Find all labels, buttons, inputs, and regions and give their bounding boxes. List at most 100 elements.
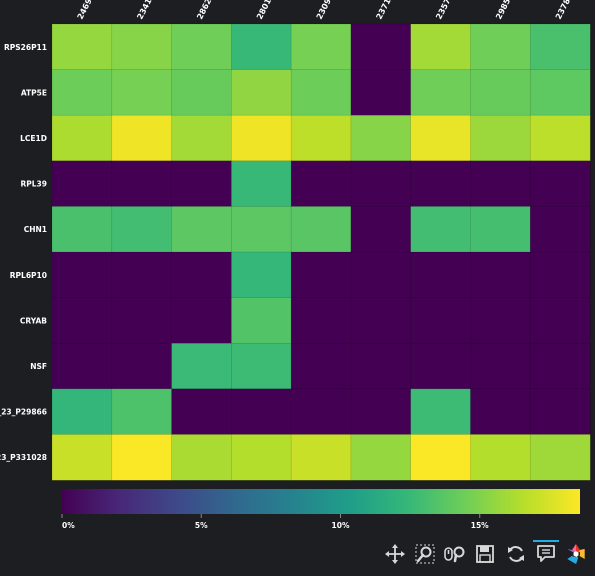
- move-icon: [384, 544, 405, 564]
- heatmap-cell: [111, 114, 173, 162]
- row-label: A_23_P331028: [0, 453, 47, 462]
- heatmap-cell: [171, 69, 232, 116]
- heatmap-cell: [529, 23, 591, 71]
- colorbar: [62, 489, 580, 514]
- heatmap-cell: [470, 388, 531, 435]
- heatmap-cell: [51, 206, 113, 253]
- heatmap-cell: [111, 206, 173, 253]
- row-label: CHN1: [24, 225, 47, 234]
- heatmap-cell: [470, 342, 531, 390]
- heatmap-cell: [171, 297, 232, 344]
- heatmap-cell: [231, 342, 292, 390]
- heatmap-cell: [410, 251, 472, 299]
- hover-tool[interactable]: [531, 539, 560, 569]
- heatmap-cell: [231, 434, 292, 481]
- heatmap-cell: [231, 388, 292, 435]
- heatmap-cell: [410, 114, 472, 162]
- heatmap-cell: [171, 206, 232, 253]
- heatmap-cell: [350, 297, 412, 344]
- heatmap-cell: [231, 297, 292, 344]
- wheel-zoom-tool[interactable]: [441, 539, 470, 569]
- save-tool[interactable]: [471, 539, 500, 569]
- heatmap-cell: [350, 342, 412, 390]
- heatmap-cell: [410, 342, 472, 390]
- box-zoom-tool[interactable]: [410, 539, 439, 569]
- heatmap-cell: [290, 69, 352, 116]
- heatmap-cell: [111, 160, 173, 208]
- heatmap-cell: [111, 69, 173, 116]
- colorbar-tick-label: 5%: [195, 521, 208, 530]
- colorbar-tick-label: 0%: [62, 521, 75, 530]
- column-label: 2801: [255, 0, 273, 21]
- heatmap-cell: [470, 69, 531, 116]
- column-label: 2469: [76, 0, 94, 21]
- heatmap-cell: [231, 206, 292, 253]
- heatmap-cell: [290, 160, 352, 208]
- column-label: 2378: [554, 0, 572, 21]
- heatmap-cell: [410, 69, 472, 116]
- heatmap-cell: [171, 388, 232, 435]
- heatmap-cell: [350, 114, 412, 162]
- heatmap-cell: [410, 23, 472, 71]
- heatmap-cell: [529, 342, 591, 390]
- bokeh-logo[interactable]: [562, 539, 591, 569]
- heatmap-cell: [290, 114, 352, 162]
- heatmap-cell: [231, 160, 292, 208]
- heatmap-cell: [231, 251, 292, 299]
- heatmap-cell: [470, 297, 531, 344]
- heatmap-cell: [51, 69, 113, 116]
- heatmap-cell: [529, 388, 591, 435]
- row-label: RPS26P11: [4, 43, 47, 52]
- heatmap-cell: [470, 434, 531, 481]
- heatmap-cell: [51, 434, 113, 481]
- heatmap-svg: 2469 2341 2862 2801 2309 2371 2357 2985 2378 RPS2…: [0, 0, 591, 530]
- row-label: LCE1D: [20, 134, 47, 143]
- heatmap-cell: [350, 23, 412, 71]
- reset-tool[interactable]: [501, 539, 530, 569]
- heatmap-cell: [410, 160, 472, 208]
- heatmap-cell: [290, 342, 352, 390]
- heatmap-cell: [410, 388, 472, 435]
- heatmap-cell: [350, 251, 412, 299]
- heatmap-cell: [529, 297, 591, 344]
- heatmap-cell: [350, 160, 412, 208]
- heatmap-cell: [350, 434, 412, 481]
- row-label: A_23_P29866: [0, 408, 47, 417]
- heatmap-cell: [410, 297, 472, 344]
- heatmap-cell: [410, 434, 472, 481]
- save-icon: [476, 545, 495, 563]
- heatmap-cell: [111, 297, 173, 344]
- heatmap-cell: [231, 69, 292, 116]
- column-label: 2309: [315, 0, 333, 21]
- pan-tool[interactable]: [380, 539, 409, 569]
- heatmap-cell: [350, 388, 412, 435]
- column-label: 2357: [434, 0, 452, 21]
- heatmap-cell: [51, 251, 113, 299]
- row-label: CRYAB: [20, 316, 47, 325]
- heatmap-cell: [470, 23, 531, 71]
- heatmap-cell: [231, 114, 292, 162]
- heatmap-cell: [529, 434, 591, 481]
- heatmap-cell: [51, 342, 113, 390]
- heatmap-cell: [51, 114, 113, 162]
- heatmap-cell: [111, 434, 173, 481]
- heatmap-cell: [171, 160, 232, 208]
- row-label: NSF: [30, 362, 47, 371]
- heatmap-cell: [171, 23, 232, 71]
- column-label: 2985: [494, 0, 512, 21]
- colorbar-tick-label: 15%: [471, 521, 489, 530]
- bokeh-logo-icon: [567, 544, 586, 564]
- heatmap-cell: [51, 297, 113, 344]
- heatmap-cell: [470, 114, 531, 162]
- box-zoom-icon: [415, 544, 435, 564]
- heatmap-cell: [290, 251, 352, 299]
- heatmap-cell: [51, 23, 113, 71]
- heatmap-chart[interactable]: 2469 2341 2862 2801 2309 2371 2357 2985 2378 RPS2…: [0, 0, 595, 572]
- heatmap-cell: [111, 251, 173, 299]
- heatmap-cell: [290, 206, 352, 253]
- column-label: 2341: [135, 0, 153, 21]
- heatmap-cell: [529, 69, 591, 116]
- heatmap-cell: [470, 160, 531, 208]
- heatmap-cell: [410, 206, 472, 253]
- heatmap-cell: [231, 23, 292, 71]
